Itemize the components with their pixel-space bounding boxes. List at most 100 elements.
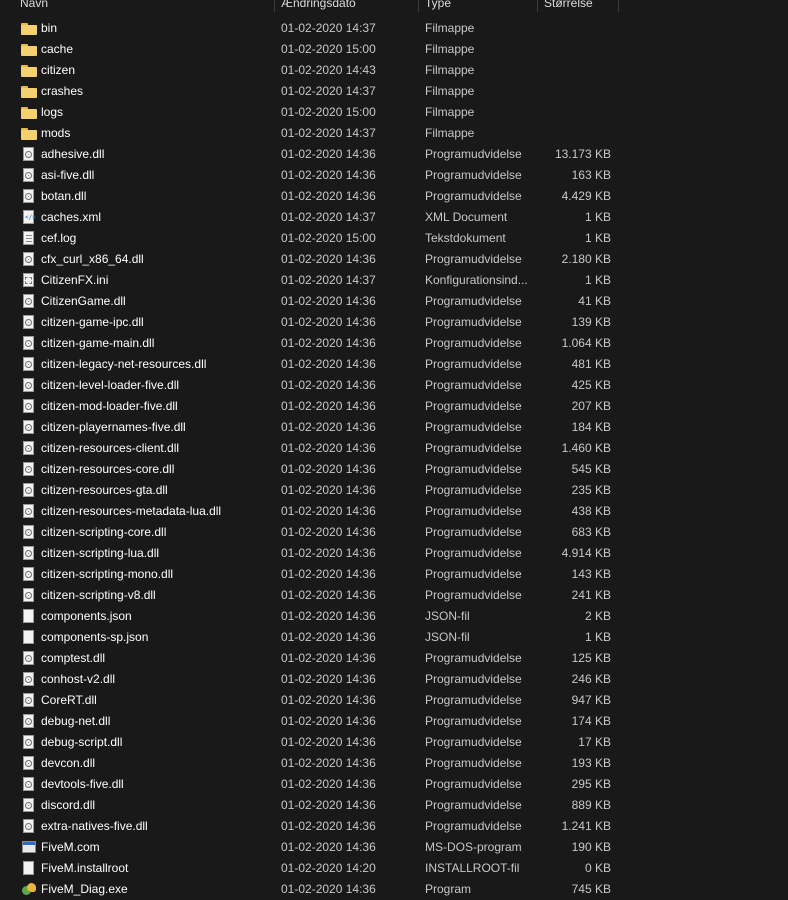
file-row[interactable]: citizen-game-ipc.dll 01-02-2020 14:36 Prog… bbox=[0, 312, 788, 333]
file-row[interactable]: botan.dll 01-02-2020 14:36 Programudvidels… bbox=[0, 186, 788, 207]
file-name: CitizenFX.ini bbox=[41, 273, 109, 287]
file-row[interactable]: citizen-scripting-v8.dll 01-02-2020 14:36… bbox=[0, 585, 788, 606]
file-row[interactable]: comptest.dll 01-02-2020 14:36 Programudvid… bbox=[0, 648, 788, 669]
file-date: 01-02-2020 14:36 bbox=[281, 672, 376, 686]
file-type: Programudvidelse bbox=[425, 546, 522, 560]
file-date: 01-02-2020 14:36 bbox=[281, 819, 376, 833]
file-date: 01-02-2020 14:43 bbox=[281, 63, 376, 77]
file-name: citizen-scripting-lua.dll bbox=[41, 546, 160, 560]
file-type: Programudvidelse bbox=[425, 567, 522, 581]
file-row[interactable]: mods 01-02-2020 14:37 Filmappe bbox=[0, 123, 788, 144]
file-row[interactable]: citizen-resources-client.dll 01-02-2020 1… bbox=[0, 438, 788, 459]
file-row[interactable]: FiveM.com 01-02-2020 14:36 MS-DOS-program 1… bbox=[0, 837, 788, 858]
file-row[interactable]: FiveM_Diag.exe 01-02-2020 14:36 Program 745… bbox=[0, 879, 788, 900]
file-row[interactable]: citizen-scripting-mono.dll 01-02-2020 14:… bbox=[0, 564, 788, 585]
file-row[interactable]: devtools-five.dll 01-02-2020 14:36 Program… bbox=[0, 774, 788, 795]
column-header-date[interactable]: Ændringsdato bbox=[281, 0, 356, 12]
file-type: Programudvidelse bbox=[425, 756, 522, 770]
column-header-type[interactable]: Type bbox=[425, 0, 451, 12]
file-size: 481 KB bbox=[571, 357, 611, 371]
file-row[interactable]: components.json 01-02-2020 14:36 JSON-fil 2… bbox=[0, 606, 788, 627]
file-row[interactable]: cfx_curl_x86_64.dll 01-02-2020 14:36 Progr… bbox=[0, 249, 788, 270]
file-date: 01-02-2020 14:36 bbox=[281, 693, 376, 707]
file-row[interactable]: citizen-resources-gta.dll 01-02-2020 14:3… bbox=[0, 480, 788, 501]
folder-icon bbox=[21, 65, 37, 77]
dll-icon bbox=[22, 693, 36, 708]
file-date: 01-02-2020 15:00 bbox=[281, 105, 376, 119]
file-size: 184 KB bbox=[571, 420, 611, 434]
file-row[interactable]: adhesive.dll 01-02-2020 14:36 Programudvid… bbox=[0, 144, 788, 165]
file-date: 01-02-2020 14:36 bbox=[281, 336, 376, 350]
file-type: Programudvidelse bbox=[425, 420, 522, 434]
file-row[interactable]: citizen-scripting-lua.dll 01-02-2020 14:3… bbox=[0, 543, 788, 564]
file-row[interactable]: discord.dll 01-02-2020 14:36 Programudvide… bbox=[0, 795, 788, 816]
folder-icon bbox=[21, 44, 37, 56]
file-row[interactable]: debug-script.dll 01-02-2020 14:36 Programu… bbox=[0, 732, 788, 753]
file-size: 1 KB bbox=[584, 273, 611, 287]
file-row[interactable]: citizen-resources-core.dll 01-02-2020 14:… bbox=[0, 459, 788, 480]
file-row[interactable]: </> caches.xml 01-02-2020 14:37 XML Documen… bbox=[0, 207, 788, 228]
file-row[interactable]: citizen-scripting-core.dll 01-02-2020 14:… bbox=[0, 522, 788, 543]
file-type: Programudvidelse bbox=[425, 819, 522, 833]
file-date: 01-02-2020 14:36 bbox=[281, 294, 376, 308]
file-name: conhost-v2.dll bbox=[41, 672, 116, 686]
file-type: Programudvidelse bbox=[425, 441, 522, 455]
file-row[interactable]: extra-natives-five.dll 01-02-2020 14:36 Pr… bbox=[0, 816, 788, 837]
file-name: citizen-game-main.dll bbox=[41, 336, 155, 350]
column-divider[interactable] bbox=[418, 0, 419, 12]
file-name: CoreRT.dll bbox=[41, 693, 97, 707]
file-type: Programudvidelse bbox=[425, 504, 522, 518]
file-size: 4.429 KB bbox=[561, 189, 611, 203]
column-divider[interactable] bbox=[274, 0, 275, 12]
file-row[interactable]: citizen-level-loader-five.dll 01-02-2020 … bbox=[0, 375, 788, 396]
column-header-size[interactable]: Størrelse bbox=[544, 0, 593, 12]
file-row[interactable]: citizen-game-main.dll 01-02-2020 14:36 Pro… bbox=[0, 333, 788, 354]
file-name: citizen-playernames-five.dll bbox=[41, 420, 186, 434]
file-name: CitizenGame.dll bbox=[41, 294, 126, 308]
file-row[interactable]: citizen-playernames-five.dll 01-02-2020 1… bbox=[0, 417, 788, 438]
dll-icon bbox=[22, 504, 36, 519]
file-size: 143 KB bbox=[571, 567, 611, 581]
file-row[interactable]: devcon.dll 01-02-2020 14:36 Programudvidel… bbox=[0, 753, 788, 774]
file-row[interactable]: logs 01-02-2020 15:00 Filmappe bbox=[0, 102, 788, 123]
file-date: 01-02-2020 14:36 bbox=[281, 147, 376, 161]
file-name: citizen-game-ipc.dll bbox=[41, 315, 144, 329]
file-row[interactable]: CoreRT.dll 01-02-2020 14:36 Programudvidel… bbox=[0, 690, 788, 711]
file-row[interactable]: cache 01-02-2020 15:00 Filmappe bbox=[0, 39, 788, 60]
file-row[interactable]: conhost-v2.dll 01-02-2020 14:36 Programudv… bbox=[0, 669, 788, 690]
file-icon bbox=[22, 609, 36, 624]
file-date: 01-02-2020 14:36 bbox=[281, 735, 376, 749]
file-row[interactable]: FiveM.installroot 01-02-2020 14:20 INSTALL… bbox=[0, 858, 788, 879]
file-row[interactable]: cef.log 01-02-2020 15:00 Tekstdokument 1 KB bbox=[0, 228, 788, 249]
file-size: 2.180 KB bbox=[561, 252, 611, 266]
file-type: Programudvidelse bbox=[425, 147, 522, 161]
column-divider[interactable] bbox=[618, 0, 619, 12]
file-type: INSTALLROOT-fil bbox=[425, 861, 520, 875]
column-divider[interactable] bbox=[537, 0, 538, 12]
file-row[interactable]: bin 01-02-2020 14:37 Filmappe bbox=[0, 18, 788, 39]
file-row[interactable]: citizen-resources-metadata-lua.dll 01-02-… bbox=[0, 501, 788, 522]
dll-icon bbox=[22, 651, 36, 666]
file-name: citizen-level-loader-five.dll bbox=[41, 378, 180, 392]
dll-icon bbox=[22, 420, 36, 435]
file-date: 01-02-2020 14:36 bbox=[281, 546, 376, 560]
file-size: 4.914 KB bbox=[561, 546, 611, 560]
file-row[interactable]: crashes 01-02-2020 14:37 Filmappe bbox=[0, 81, 788, 102]
dll-icon bbox=[22, 819, 36, 834]
file-row[interactable]: citizen 01-02-2020 14:43 Filmappe bbox=[0, 60, 788, 81]
file-size: 425 KB bbox=[571, 378, 611, 392]
column-header-name[interactable]: Navn bbox=[20, 0, 48, 12]
file-row[interactable]: components-sp.json 01-02-2020 14:36 JSON-f… bbox=[0, 627, 788, 648]
file-type: Programudvidelse bbox=[425, 252, 522, 266]
file-row[interactable]: debug-net.dll 01-02-2020 14:36 Programudvi… bbox=[0, 711, 788, 732]
file-row[interactable]: CitizenFX.ini 01-02-2020 14:37 Konfigurati… bbox=[0, 270, 788, 291]
file-row[interactable]: asi-five.dll 01-02-2020 14:36 Programudvid… bbox=[0, 165, 788, 186]
file-date: 01-02-2020 14:36 bbox=[281, 420, 376, 434]
folder-icon bbox=[21, 107, 37, 119]
file-date: 01-02-2020 14:36 bbox=[281, 630, 376, 644]
file-size: 1 KB bbox=[584, 630, 611, 644]
file-name: cache bbox=[41, 42, 74, 56]
file-row[interactable]: citizen-legacy-net-resources.dll 01-02-20… bbox=[0, 354, 788, 375]
file-row[interactable]: CitizenGame.dll 01-02-2020 14:36 Programud… bbox=[0, 291, 788, 312]
file-row[interactable]: citizen-mod-loader-five.dll 01-02-2020 14… bbox=[0, 396, 788, 417]
